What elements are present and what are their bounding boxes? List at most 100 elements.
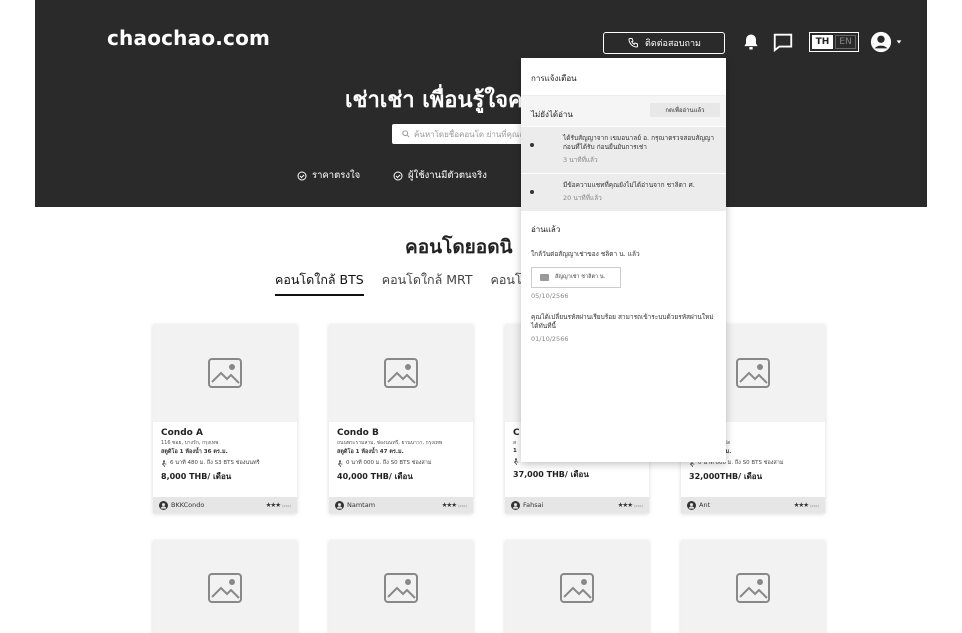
owner-name: Fahsai (523, 501, 544, 509)
hero-banner: chaochao.com ติดต่อสอบถาม TH EN เช่าเช่า… (35, 0, 927, 207)
notification-text: ได้รับสัญญาจาก เขมอนาลย์ อ. กรุณาตรวจสอบ… (563, 134, 715, 151)
review-count: (xxx) (282, 504, 291, 508)
user-avatar-icon (511, 500, 520, 510)
image-placeholder (153, 324, 297, 422)
owner-name: Namtam (347, 501, 376, 509)
review-count: (xxx) (458, 504, 467, 508)
image-placeholder (329, 540, 473, 633)
image-placeholder (681, 540, 825, 633)
check-circle-icon (297, 171, 307, 180)
image-icon (560, 572, 594, 603)
card-footer: Namtam ★★★ (xxx) (329, 497, 473, 513)
condo-size: สตูดิโอ 1 ห้องน้ำ 36 ตร.ม. (161, 449, 228, 455)
hero-title: เช่าเช่า เพื่อนรู้ใจค (345, 88, 523, 113)
condo-card[interactable] (681, 540, 825, 633)
attachment-name: สัญญาเช่า ชาลิตา น. (555, 274, 606, 280)
tab-mrt[interactable]: คอนโดใกล้ MRT (382, 270, 473, 296)
contract-attachment[interactable]: สัญญาเช่า ชาลิตา น. (531, 267, 621, 288)
user-avatar-icon (335, 500, 344, 510)
notification-time: 3 นาทีที่แล้ว (563, 156, 598, 164)
notification-title: การแจ้งเตือน (521, 58, 726, 96)
rating-stars: ★★★ (xxx) (266, 501, 291, 509)
unread-header: ไม่ยังได้อ่าน กดเพื่ออ่านแล้ว (521, 96, 726, 126)
notification-time: 01/10/2566 (531, 335, 569, 343)
stars-text: ★★★ (265, 501, 282, 509)
user-avatar-icon (159, 500, 168, 510)
notification-item[interactable]: มีข้อความแชทที่คุณยังไม่ได้อ่านจาก ชาลิต… (521, 173, 726, 211)
notification-time: 20 นาทีที่แล้ว (563, 194, 602, 202)
condo-size: สตูดิโอ 1 ห้องน้ำ 47 ตร.ม. (337, 449, 404, 455)
language-switcher[interactable]: TH EN (809, 32, 859, 52)
tab-bts[interactable]: คอนโดใกล้ BTS (275, 270, 364, 296)
tab-bar: คอนโดใกล้ BTS คอนโดใกล้ MRT คอนโด (275, 270, 530, 296)
unread-dot (530, 143, 534, 147)
review-count: (xxx) (810, 504, 819, 508)
card-footer: Ant ★★★ (xxx) (681, 497, 825, 513)
stars-text: ★★★ (617, 501, 634, 509)
user-avatar-icon (687, 500, 696, 510)
notification-text: มีข้อความแชทที่คุณยังไม่ได้อ่านจาก ชาลิต… (563, 181, 695, 189)
site-logo[interactable]: chaochao.com (107, 26, 270, 50)
owner[interactable]: Fahsai (511, 500, 544, 510)
card-footer: BKKCondo ★★★ (xxx) (153, 497, 297, 513)
feature-price: ราคาตรงใจ (297, 168, 360, 183)
account-menu[interactable] (870, 30, 910, 54)
condo-card[interactable]: Condo B ถนนพระรามสาม, ช่องนนทรี, ยานนาวา… (329, 324, 473, 513)
transit-text: 6 นาที 480 ม. ถึง S3 BTS ช่องนนทรี (170, 460, 260, 466)
walking-icon (514, 457, 519, 465)
image-placeholder (505, 540, 649, 633)
notification-text: คุณได้เปลี่ยนรหัสผ่านเรียบร้อย สามารถเข้… (531, 313, 714, 330)
image-icon (208, 572, 242, 603)
unread-dot (530, 190, 534, 194)
owner[interactable]: BKKCondo (159, 500, 204, 510)
condo-transit: 0 นาที 000 ม. ถึง S0 BTS ช่องสาม (337, 459, 467, 467)
mark-all-read-button[interactable]: กดเพื่ออ่านแล้ว (650, 103, 720, 117)
notification-item[interactable]: คุณได้เปลี่ยนรหัสผ่านเรียบร้อย สามารถเข้… (521, 305, 726, 348)
notification-item[interactable]: ได้รับสัญญาจาก เขมอนาลย์ อ. กรุณาตรวจสอบ… (521, 126, 726, 173)
feature-label: ผู้ใช้งานมีตัวตนจริง (408, 170, 487, 181)
chevron-down-icon (896, 40, 902, 44)
user-avatar-icon (870, 31, 892, 53)
condo-price: 32,000THB/ เดือน (689, 472, 763, 481)
condo-card[interactable]: Condo A 116 ซอย, บางรัก, กรุงเทพ สตูดิโอ… (153, 324, 297, 513)
card-footer: Fahsai ★★★ (xxx) (505, 497, 649, 513)
phone-icon (628, 38, 638, 48)
condo-name: Condo A (161, 428, 203, 438)
image-placeholder (153, 540, 297, 633)
check-circle-icon (393, 171, 403, 180)
condo-address: 116 ซอย, บางรัก, กรุงเทพ (161, 440, 219, 446)
image-icon (384, 572, 418, 603)
owner-name: Ant (699, 501, 711, 509)
review-count: (xxx) (634, 504, 643, 508)
image-icon (384, 358, 418, 388)
condo-card[interactable] (505, 540, 649, 633)
contact-button[interactable]: ติดต่อสอบถาม (603, 32, 725, 54)
image-icon (736, 572, 770, 603)
stars-text: ★★★ (441, 501, 458, 509)
contact-label: ติดต่อสอบถาม (645, 39, 701, 49)
chat-icon[interactable] (772, 31, 794, 53)
condo-price: 8,000 THB/ เดือน (161, 472, 232, 481)
search-icon (402, 130, 410, 138)
owner[interactable]: Namtam (335, 500, 376, 510)
page: chaochao.com ติดต่อสอบถาม TH EN เช่าเช่า… (0, 0, 962, 633)
folder-icon (540, 274, 549, 281)
rating-stars: ★★★ (xxx) (442, 501, 467, 509)
lang-th-option[interactable]: TH (812, 35, 833, 49)
condo-card[interactable] (153, 540, 297, 633)
unread-label: ไม่ยังได้อ่าน (531, 110, 573, 119)
notification-dropdown: การแจ้งเตือน ไม่ยังได้อ่าน กดเพื่ออ่านแล… (521, 58, 726, 462)
condo-address: ถนนพระรามสาม, ช่องนนทรี, ยานนาวา, กรุงเท… (337, 440, 443, 446)
bell-icon[interactable] (741, 31, 761, 53)
search-placeholder: ค้นหาโดยชื่อคอนโด ย่านที่คุณสน (414, 129, 530, 139)
section-title: คอนโดยอดนิ (405, 236, 513, 258)
notification-time: 05/10/2566 (531, 292, 569, 300)
image-icon (208, 358, 242, 388)
notification-item[interactable]: ใกล้วันต่อสัญญาเช่าของ ชลิตา น. แล้ว สัญ… (521, 242, 726, 305)
condo-price: 37,000 THB/ เดือน (513, 470, 589, 479)
owner[interactable]: Ant (687, 500, 711, 510)
condo-price: 40,000 THB/ เดือน (337, 472, 413, 481)
read-label: อ่านแล้ว (531, 225, 561, 234)
condo-card[interactable] (329, 540, 473, 633)
lang-en-option[interactable]: EN (835, 35, 856, 49)
